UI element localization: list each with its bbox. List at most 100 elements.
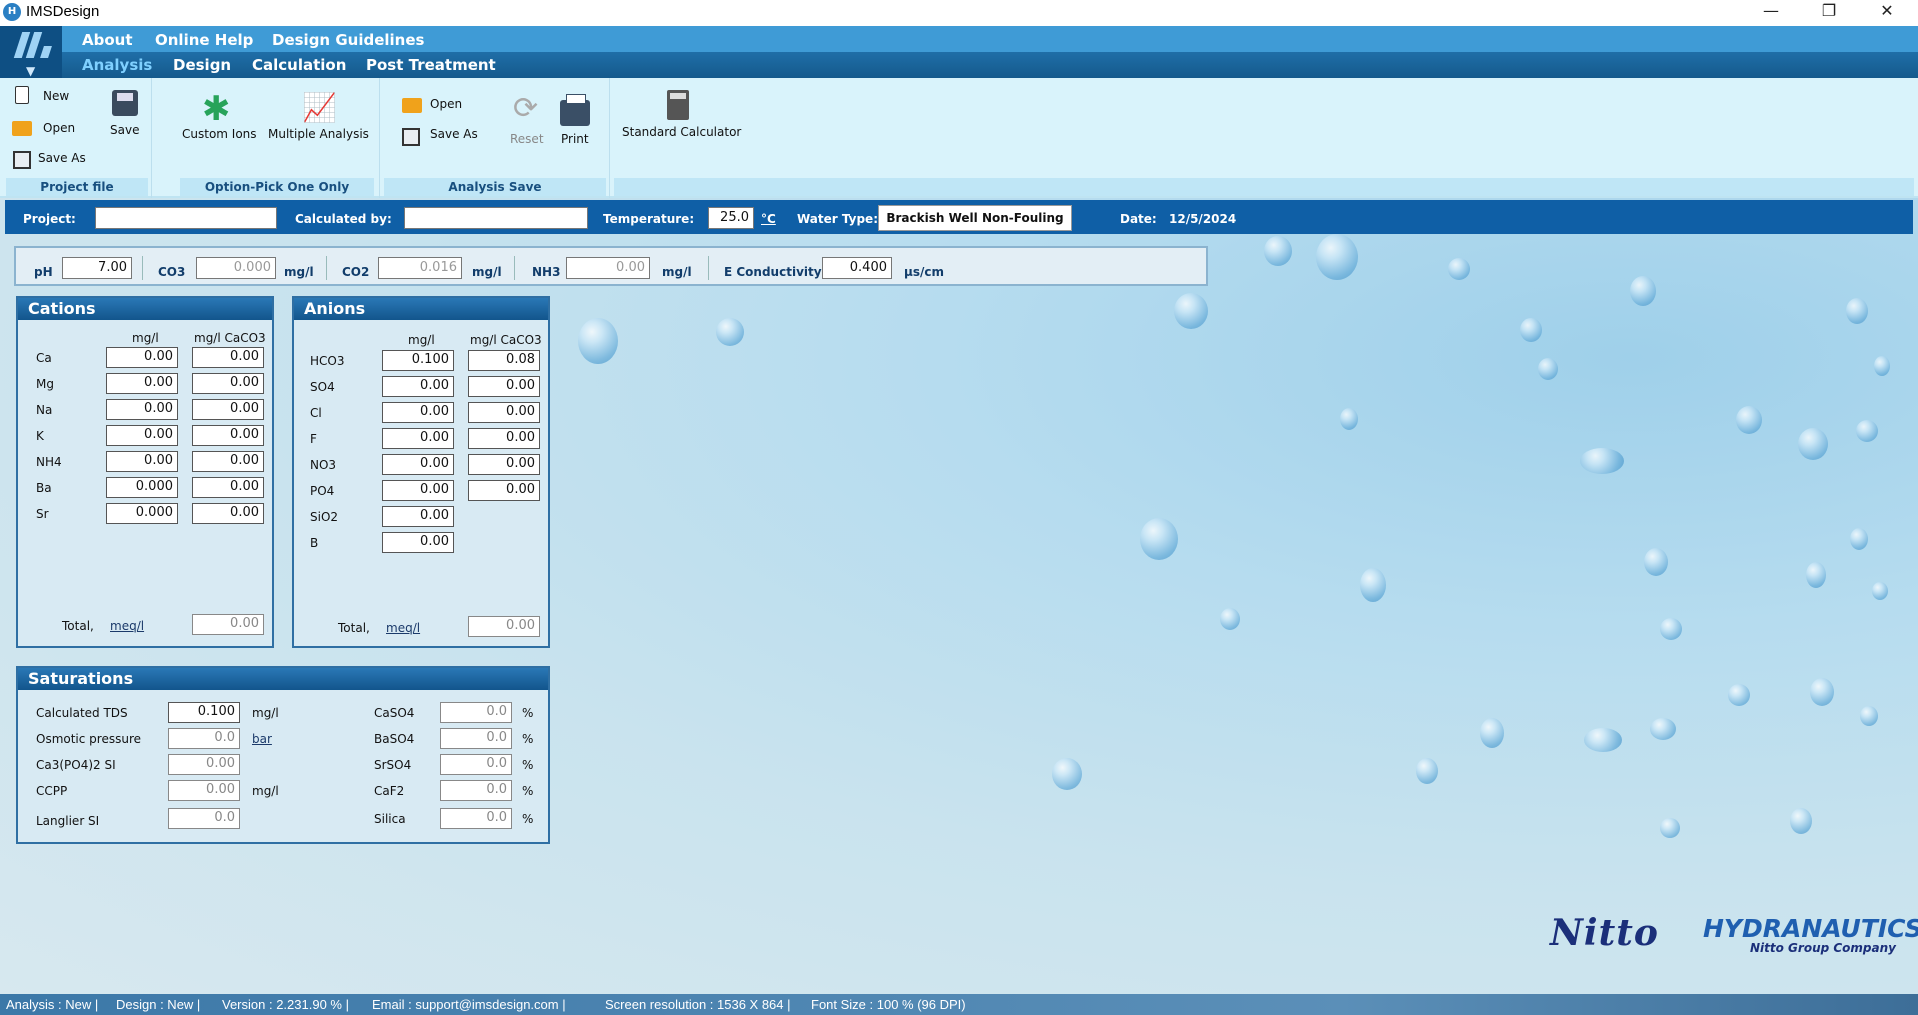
cation-caco3-field[interactable]: 0.00 [192,425,264,446]
multiple-analysis-icon: 📈 [302,91,337,124]
ph-input[interactable]: 7.00 [62,257,132,279]
cation-caco3-field[interactable]: 0.00 [192,347,264,368]
co3-input[interactable]: 0.000 [196,257,276,279]
menu-online-help[interactable]: Online Help [155,31,253,49]
group-label-option: Option-Pick One Only [180,178,374,196]
app-logo[interactable]: ▼ [0,26,62,80]
tab-design[interactable]: Design [173,56,231,74]
srso4-field: 0.0 [440,754,512,775]
reset-button[interactable]: Reset [510,132,544,146]
temperature-label: Temperature: [603,212,695,226]
anion-mgl-field[interactable]: 0.00 [382,506,454,527]
cation-label: Na [36,403,53,417]
tab-post-treatment[interactable]: Post Treatment [366,56,496,74]
project-input[interactable] [95,207,277,229]
cation-mgl-field[interactable]: 0.00 [106,399,178,420]
anion-caco3-field[interactable]: 0.00 [468,428,540,449]
anion-caco3-field[interactable]: 0.00 [468,402,540,423]
saturation-unit: % [522,732,534,746]
water-type-button[interactable]: Brackish Well Non-Fouling [878,205,1072,231]
analysis-open-button[interactable]: Open [430,97,462,111]
saturation-label: Langlier SI [36,814,100,828]
status-bar: Analysis : New | Design : New | Version … [0,994,1918,1015]
cation-label: NH4 [36,455,62,469]
save-as-button[interactable]: Save As [38,151,86,165]
anions-total-label: Total, [338,621,370,635]
cation-mgl-field[interactable]: 0.00 [106,347,178,368]
cation-caco3-field[interactable]: 0.00 [192,399,264,420]
temperature-unit-link[interactable]: °C [761,212,776,226]
co2-input[interactable]: 0.016 [378,257,462,279]
ec-input[interactable]: 0.400 [822,257,892,279]
saturation-label: CCPP [36,784,68,798]
standard-calculator-button[interactable]: Standard Calculator [622,125,741,139]
anion-label: SO4 [310,380,335,394]
anion-label: Cl [310,406,322,420]
cations-total-field: 0.00 [192,614,264,635]
anion-mgl-field[interactable]: 0.100 [382,350,454,371]
custom-ions-button[interactable]: Custom Ions [182,127,257,141]
anion-caco3-field[interactable]: 0.00 [468,454,540,475]
ccpp-field: 0.00 [168,780,240,801]
cation-caco3-field[interactable]: 0.00 [192,503,264,524]
menu-design-guidelines[interactable]: Design Guidelines [272,31,424,49]
anion-mgl-field[interactable]: 0.00 [382,480,454,501]
anion-caco3-field[interactable]: 0.00 [468,480,540,501]
cation-label: Ca [36,351,52,365]
cation-caco3-field[interactable]: 0.00 [192,477,264,498]
cation-mgl-field[interactable]: 0.00 [106,373,178,394]
status-resolution: Screen resolution : 1536 X 864 | [605,997,791,1012]
osmotic-pressure-unit-link[interactable]: bar [252,732,272,746]
analysis-save-as-button[interactable]: Save As [430,127,478,141]
saturation-label: Osmotic pressure [36,732,142,746]
close-button[interactable]: ✕ [1864,0,1910,24]
cation-label: K [36,429,44,443]
open-folder-icon [12,121,32,136]
maximize-button[interactable]: ❐ [1806,0,1852,24]
anion-mgl-field[interactable]: 0.00 [382,454,454,475]
multiple-analysis-button[interactable]: Multiple Analysis [268,127,369,141]
new-button[interactable]: New [43,89,69,103]
saturation-unit: % [522,812,534,826]
anion-mgl-field[interactable]: 0.00 [382,532,454,553]
calculator-icon [667,90,689,120]
anion-caco3-field[interactable]: 0.08 [468,350,540,371]
cation-mgl-field[interactable]: 0.00 [106,425,178,446]
save-as-icon [402,128,420,146]
cation-mgl-field[interactable]: 0.000 [106,503,178,524]
print-button[interactable]: Print [561,132,589,146]
temperature-input[interactable]: 25.0 [708,207,754,229]
anions-panel: Anions mg/l mg/l CaCO3 HCO3 0.100 0.08 S… [292,296,550,648]
cation-caco3-field[interactable]: 0.00 [192,451,264,472]
calculated-by-label: Calculated by: [295,212,392,226]
top-menu-bar: About Online Help Design Guidelines [0,26,1918,52]
save-as-icon [13,151,31,169]
cation-mgl-field[interactable]: 0.000 [106,477,178,498]
minimize-button[interactable]: — [1748,0,1794,24]
cations-total-unit-link[interactable]: meq/l [110,619,144,633]
status-version: Version : 2.231.90 % | [222,997,349,1012]
tab-analysis[interactable]: Analysis [82,56,152,74]
chevron-down-icon: ▼ [26,64,36,78]
calculated-by-input[interactable] [404,207,588,229]
date-label: Date: [1120,212,1157,226]
reset-icon: ⟳ [513,91,539,126]
water-properties-panel: pH 7.00 CO3 0.000 mg/l CO2 0.016 mg/l NH… [14,246,1208,286]
nh3-label: NH3 [532,265,561,279]
anion-caco3-field[interactable]: 0.00 [468,376,540,397]
anion-mgl-field[interactable]: 0.00 [382,428,454,449]
nh3-input[interactable]: 0.00 [566,257,650,279]
anion-label: HCO3 [310,354,345,368]
menu-about[interactable]: About [82,31,133,49]
cation-caco3-field[interactable]: 0.00 [192,373,264,394]
co3-label: CO3 [158,265,186,279]
tab-calculation[interactable]: Calculation [252,56,346,74]
cation-mgl-field[interactable]: 0.00 [106,451,178,472]
anion-mgl-field[interactable]: 0.00 [382,376,454,397]
save-button[interactable]: Save [110,123,139,137]
saturation-label: CaSO4 [374,706,415,720]
open-button[interactable]: Open [43,121,75,135]
anions-total-unit-link[interactable]: meq/l [386,621,420,635]
anion-mgl-field[interactable]: 0.00 [382,402,454,423]
cation-label: Mg [36,377,54,391]
